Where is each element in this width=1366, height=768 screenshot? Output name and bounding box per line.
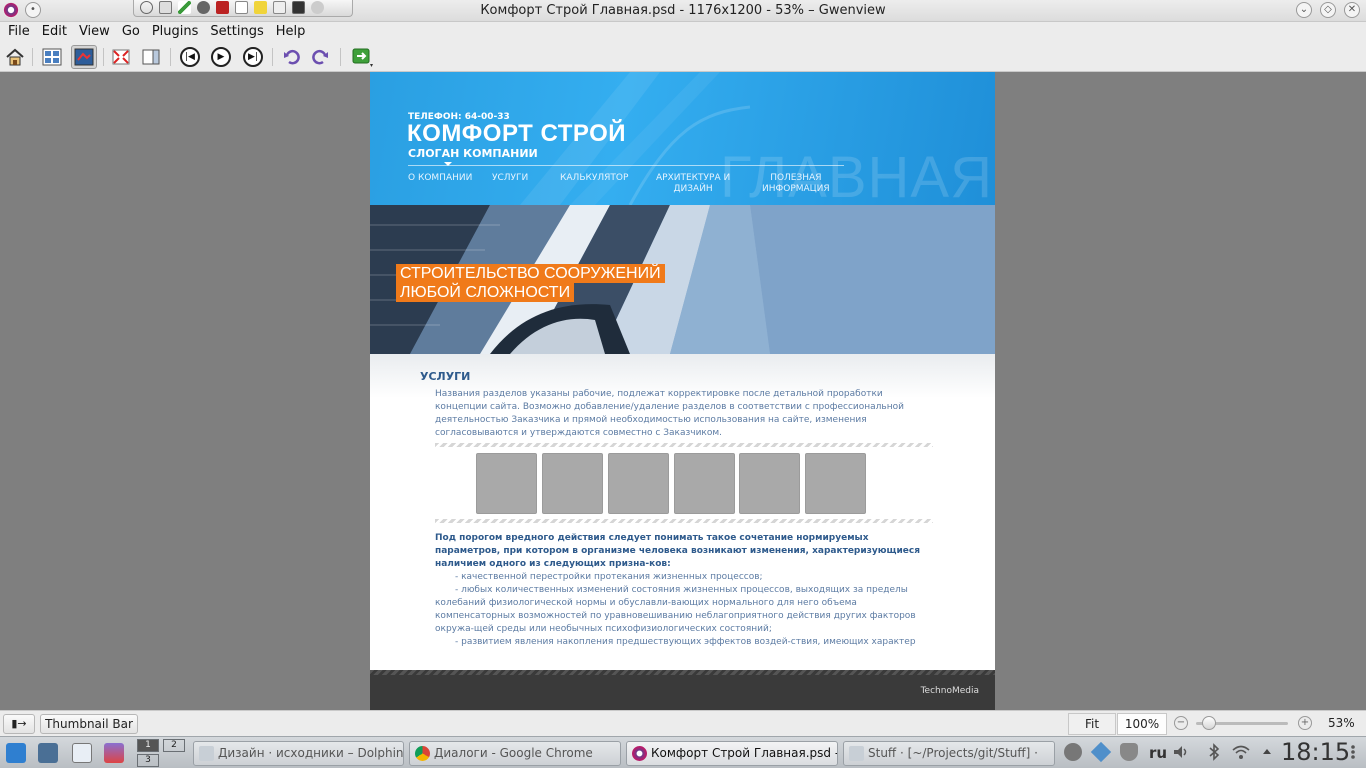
dropbox-icon[interactable] xyxy=(1090,741,1112,763)
menu-file[interactable]: File xyxy=(2,22,36,42)
sidebar-icon[interactable] xyxy=(140,46,162,68)
menu-go[interactable]: Go xyxy=(116,22,146,42)
image-viewer[interactable]: ГЛАВНАЯ ТЕЛЕФОН: 64-00-33 КОМФОРТ СТРОЙ … xyxy=(0,72,1366,710)
service-thumbnail xyxy=(608,453,669,514)
psd-hero-banner: СТРОИТЕЛЬСТВО СООРУЖЕНИЙ ЛЮБОЙ СЛОЖНОСТИ xyxy=(370,205,995,354)
file-manager-icon[interactable] xyxy=(72,743,92,763)
wifi-icon[interactable] xyxy=(1231,743,1250,761)
task-chrome[interactable]: Диалоги - Google Chrome xyxy=(409,741,621,766)
service-thumbnail xyxy=(476,453,537,514)
main-toolbar: |◀ ▶ ▶| xyxy=(0,42,1366,72)
psd-image: ГЛАВНАЯ ТЕЛЕФОН: 64-00-33 КОМФОРТ СТРОЙ … xyxy=(370,72,995,710)
psd-header: ГЛАВНАЯ ТЕЛЕФОН: 64-00-33 КОМФОРТ СТРОЙ … xyxy=(370,72,995,205)
nav-divider xyxy=(408,165,844,166)
terminal-icon xyxy=(849,746,864,761)
services-bold-paragraph: Под порогом вредного действия следует по… xyxy=(435,533,920,569)
status-bar: ▮→ Thumbnail Bar Fit 100% − + 53% xyxy=(0,710,1366,736)
thumbnail-bar-button[interactable]: Thumbnail Bar xyxy=(40,714,138,734)
play-icon[interactable]: ▶ xyxy=(210,46,232,68)
desktop-pager-1[interactable]: 1 xyxy=(137,739,159,752)
list-item: - качественной перестройки протекания жи… xyxy=(455,572,763,582)
nav-item-info: ПОЛЕЗНАЯ ИНФОРМАЦИЯ xyxy=(762,173,830,194)
desktop-pager-2[interactable]: 2 xyxy=(163,739,185,752)
psd-footer: TechnoMedia xyxy=(370,670,995,710)
share-icon[interactable] xyxy=(352,46,374,68)
task-dolphin[interactable]: Дизайн · исходники – Dolphin xyxy=(193,741,404,766)
tray-expand-icon[interactable] xyxy=(1260,743,1278,761)
close-icon[interactable]: ✕ xyxy=(1344,2,1360,18)
zoom-in-icon[interactable]: + xyxy=(1298,716,1312,730)
task-gwenview[interactable]: Комфорт Строй Главная.psd - xyxy=(626,741,838,766)
service-thumbnail xyxy=(542,453,603,514)
divider-stripe xyxy=(435,443,933,447)
hero-title-line2: ЛЮБОЙ СЛОЖНОСТИ xyxy=(396,283,575,302)
footer-stripe xyxy=(370,670,995,675)
taskbar: 1 2 3 Дизайн · исходники – Dolphin Диало… xyxy=(0,736,1366,768)
network-manager-icon[interactable] xyxy=(1064,743,1082,761)
divider-stripe xyxy=(435,519,933,523)
services-title: УСЛУГИ xyxy=(420,370,471,383)
service-thumbnail xyxy=(674,453,735,514)
folder-icon xyxy=(199,746,214,761)
zoom-100-button[interactable]: 100% xyxy=(1117,713,1167,735)
services-intro: Названия разделов указаны рабочие, подле… xyxy=(435,389,904,438)
list-item: - любых количественных изменений состоян… xyxy=(435,585,916,634)
header-slogan: СЛОГАН КОМПАНИИ xyxy=(408,147,538,160)
fullscreen-icon[interactable] xyxy=(110,46,132,68)
list-item: - развитием явления накопления предшеств… xyxy=(455,637,916,647)
zoom-fit-button[interactable]: Fit xyxy=(1068,713,1116,735)
psd-services-section: УСЛУГИ Названия разделов указаны рабочие… xyxy=(370,354,995,670)
rotate-left-icon[interactable] xyxy=(281,46,303,68)
nav-item-calculator: КАЛЬКУЛЯТОР xyxy=(560,173,629,183)
services-list: - качественной перестройки протекания жи… xyxy=(435,571,940,649)
menu-bar: File Edit View Go Plugins Settings Help xyxy=(0,22,1366,42)
clock[interactable]: 18:15 xyxy=(1281,738,1350,766)
keyboard-layout[interactable]: ru xyxy=(1149,744,1167,762)
toggle-sidebar-button[interactable]: ▮→ xyxy=(3,714,35,734)
panel-settings-icon[interactable] xyxy=(1346,743,1360,761)
header-watermark: ГЛАВНАЯ xyxy=(719,145,993,205)
zoom-percent: 53% xyxy=(1328,716,1355,730)
desktop-pager-3[interactable]: 3 xyxy=(137,754,159,767)
gwenview-icon xyxy=(632,746,647,761)
rotate-right-icon[interactable] xyxy=(309,46,331,68)
nav-item-about: О КОМПАНИИ xyxy=(408,173,473,183)
home-icon[interactable] xyxy=(4,46,26,68)
nav-item-services: УСЛУГИ xyxy=(492,173,529,183)
service-thumbnail xyxy=(805,453,866,514)
menu-settings[interactable]: Settings xyxy=(204,22,269,42)
hero-title-line1: СТРОИТЕЛЬСТВО СООРУЖЕНИЙ xyxy=(396,264,665,283)
zoom-out-icon[interactable]: − xyxy=(1174,716,1188,730)
task-terminal[interactable]: Stuff · [~/Projects/git/Stuff] · xyxy=(843,741,1055,766)
php-ide-icon[interactable] xyxy=(104,743,124,763)
header-brand: КОМФОРТ СТРОЙ xyxy=(407,120,626,147)
minimize-icon[interactable]: ⌄ xyxy=(1296,2,1312,18)
nav-item-architecture: АРХИТЕКТУРА И ДИЗАЙН xyxy=(656,173,731,194)
chrome-icon xyxy=(415,746,430,761)
maximize-icon[interactable]: ◇ xyxy=(1320,2,1336,18)
nav-active-marker xyxy=(444,162,452,166)
menu-view[interactable]: View xyxy=(73,22,116,42)
app-launcher-icon[interactable] xyxy=(6,743,26,763)
service-thumbnail xyxy=(739,453,800,514)
menu-plugins[interactable]: Plugins xyxy=(146,22,205,42)
footer-credit: TechnoMedia xyxy=(920,686,979,696)
volume-icon[interactable] xyxy=(1172,743,1190,761)
view-icon[interactable] xyxy=(71,45,97,69)
title-bar: • Комфорт Строй Главная.psd - 1176x1200 … xyxy=(0,0,1366,22)
show-desktop-icon[interactable] xyxy=(38,743,58,763)
next-icon[interactable]: ▶| xyxy=(242,46,264,68)
browse-icon[interactable] xyxy=(41,46,63,68)
security-shield-icon[interactable] xyxy=(1120,743,1138,761)
window-title: Комфорт Строй Главная.psd - 1176x1200 - … xyxy=(480,3,886,18)
bluetooth-icon[interactable] xyxy=(1205,743,1223,761)
zoom-slider-handle[interactable] xyxy=(1202,716,1216,730)
previous-icon[interactable]: |◀ xyxy=(179,46,201,68)
menu-edit[interactable]: Edit xyxy=(36,22,73,42)
menu-help[interactable]: Help xyxy=(270,22,312,42)
